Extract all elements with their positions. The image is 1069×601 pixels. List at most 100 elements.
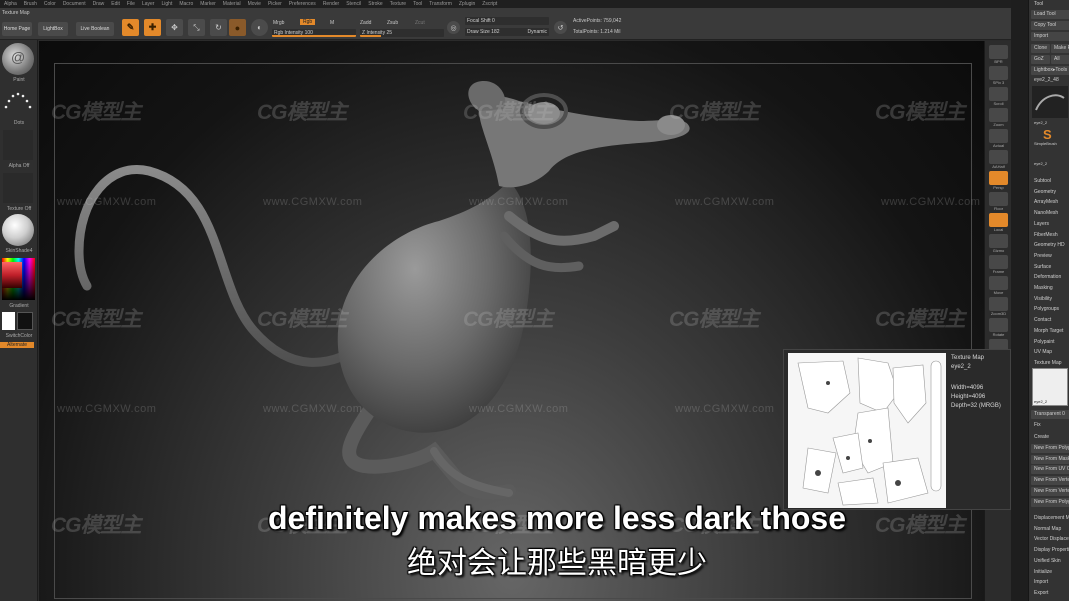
stroke-thumbnail[interactable] [3,87,33,115]
menu-item[interactable]: Movie [248,1,261,7]
edit-button[interactable]: ✎ [122,19,139,36]
menu-item[interactable]: Color [44,1,56,7]
tool-section-sections[interactable]: Preview [1031,252,1069,261]
transparent-slider[interactable]: Transparent 0 [1031,410,1069,419]
paint-brush-thumbnail[interactable]: @ [2,43,34,75]
import-tool-button[interactable]: Import [1031,32,1069,41]
rgb-intensity-slider[interactable]: Rgb Intensity 100 [272,29,356,37]
fix-button[interactable]: Fix [1031,421,1069,430]
lightbox-tools-button[interactable]: Lightbox▸Tools [1031,66,1069,75]
shelf-button[interactable] [989,255,1008,269]
draw-size-slider[interactable]: Draw Size 182 Dynamic [465,28,549,36]
focal-icon-button[interactable]: ◎ [447,21,460,34]
tool-section-sections[interactable]: Visibility [1031,295,1069,304]
menu-item[interactable]: Document [63,1,86,7]
shelf-button[interactable] [989,45,1008,59]
menu-item[interactable]: Marker [200,1,216,7]
texture-thumbnail[interactable] [3,173,33,203]
tool-section-sections[interactable]: Polygroups [1031,305,1069,314]
sym-icon-button[interactable]: ↺ [554,21,567,34]
tool-section-create_items[interactable]: New From Vertex [1031,476,1069,486]
copy-tool-button[interactable]: Copy Tool [1031,21,1069,30]
menu-item[interactable]: Texture [390,1,406,7]
alternate-button[interactable]: Alternate [0,342,34,348]
move-button[interactable]: ✥ [166,19,183,36]
shelf-button[interactable] [989,276,1008,290]
menu-item[interactable]: File [127,1,135,7]
shelf-button[interactable] [989,171,1008,185]
tool-section-create_items[interactable]: New From Masking [1031,454,1069,464]
tool-section-sections[interactable]: Geometry HD [1031,241,1069,250]
zcut-toggle[interactable]: Zcut [415,20,425,26]
menu-item[interactable]: Draw [93,1,105,7]
zadd-toggle[interactable]: Zadd [360,20,371,26]
shelf-button[interactable] [989,108,1008,122]
simplebrush-icon[interactable]: S [1043,127,1057,142]
tool-section-sections[interactable]: FiberMesh [1031,231,1069,240]
color-brush-button[interactable]: ● [229,19,246,36]
tool-section-sections[interactable]: Contact [1031,316,1069,325]
menu-item[interactable]: Zscript [482,1,497,7]
tool-section-sections[interactable]: Texture Map [1031,359,1069,368]
menu-item[interactable]: Tool [413,1,422,7]
menu-item[interactable]: Stroke [368,1,382,7]
menu-item[interactable]: Picker [268,1,282,7]
tool-section-sections[interactable]: Polypaint [1031,338,1069,347]
home-page-button[interactable]: Home Page [2,22,32,36]
menu-item[interactable]: Render [323,1,339,7]
shelf-button[interactable] [989,318,1008,332]
draw-button[interactable]: ✚ [144,19,161,36]
menu-item[interactable]: Alpha [4,1,17,7]
z-intensity-slider[interactable]: Z Intensity 25 [360,29,444,37]
m-toggle[interactable]: M [330,20,334,26]
shelf-button[interactable] [989,213,1008,227]
shelf-button[interactable] [989,129,1008,143]
alpha-thumbnail[interactable] [3,130,33,160]
shelf-button[interactable] [989,192,1008,206]
menu-item[interactable]: Layer [142,1,155,7]
scale-button[interactable]: ⤡ [188,19,205,36]
color-picker[interactable] [2,258,35,300]
tool-section-create_items[interactable]: New From UV Check [1031,465,1069,475]
menu-item[interactable]: Macro [179,1,193,7]
live-boolean-button[interactable]: Live Boolean [76,22,114,36]
all-button[interactable]: All [1051,55,1069,64]
menu-item[interactable]: Light [161,1,172,7]
menu-item[interactable]: Zplugin [459,1,475,7]
tool-section-sections[interactable]: Masking [1031,284,1069,293]
tool-section-create_items[interactable]: New From Vertex2 [1031,486,1069,496]
color-picker-square[interactable] [2,262,22,288]
dynamic-toggle[interactable]: Dynamic [528,28,547,36]
load-tool-button[interactable]: Load Tool [1031,10,1069,19]
switch-color-label[interactable]: SwitchColor [0,333,38,339]
material-thumbnail[interactable] [2,214,34,246]
shelf-button[interactable] [989,150,1008,164]
menu-item[interactable]: Material [223,1,241,7]
menu-item[interactable]: Preferences [289,1,316,7]
rgb-toggle[interactable]: Rgb [300,19,316,25]
tool-thumbnail-eye[interactable] [1032,86,1068,118]
tool-section-sections[interactable]: Layers [1031,220,1069,229]
menu-item[interactable]: Transform [429,1,452,7]
goz-button[interactable]: GoZ [1031,55,1050,64]
tool-section-sections[interactable]: Geometry [1031,188,1069,197]
shelf-button[interactable] [989,234,1008,248]
tool-section-sections[interactable]: Deformation [1031,273,1069,282]
tool-section-sections[interactable]: Morph Target [1031,327,1069,336]
focal-shift-slider[interactable]: Focal Shift 0 [465,17,549,25]
secondary-color-swatch[interactable] [17,312,33,330]
menu-item[interactable]: Brush [24,1,37,7]
tool-section-sections[interactable]: UV Map [1031,348,1069,357]
tool-section-sections[interactable]: NanoMesh [1031,209,1069,218]
lightbox-button[interactable]: LightBox [38,22,68,36]
main-color-swatch[interactable] [2,312,15,330]
shelf-button[interactable] [989,87,1008,101]
sphere-button[interactable]: ◐ [251,19,268,36]
tool-section-sections[interactable]: Subtool [1031,177,1069,186]
menu-item[interactable]: Edit [111,1,120,7]
shelf-button[interactable] [989,297,1008,311]
mrgb-toggle[interactable]: Mrgb [273,20,284,26]
shelf-button[interactable] [989,66,1008,80]
menu-item[interactable]: Stencil [346,1,361,7]
tool-section-sections[interactable]: Surface [1031,263,1069,272]
